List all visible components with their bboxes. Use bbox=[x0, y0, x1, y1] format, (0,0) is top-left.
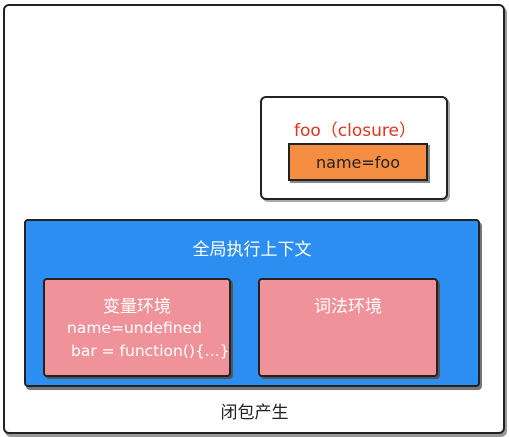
lexical-environment: 词法环境 bbox=[258, 278, 438, 377]
lexical-environment-title: 词法环境 bbox=[314, 297, 382, 317]
variable-environment: 变量环境 name=undefined bar = function(){...… bbox=[43, 278, 231, 377]
closure-box: foo（closure） name=foo bbox=[260, 96, 448, 200]
global-context-title: 全局执行上下文 bbox=[192, 240, 312, 260]
variable-environment-title: 变量环境 bbox=[103, 297, 171, 317]
diagram-canvas: foo（closure） name=foo 全局执行上下文 变量环境 name=… bbox=[0, 0, 509, 437]
caption-label: 闭包产生 bbox=[220, 403, 289, 423]
variable-line-bar: bar = function(){...} bbox=[71, 342, 230, 360]
global-execution-context: 全局执行上下文 变量环境 name=undefined bar = functi… bbox=[24, 219, 480, 387]
closure-variable: name=foo bbox=[288, 143, 428, 181]
variable-line-name: name=undefined bbox=[67, 319, 202, 337]
closure-title: foo（closure） bbox=[294, 121, 416, 141]
